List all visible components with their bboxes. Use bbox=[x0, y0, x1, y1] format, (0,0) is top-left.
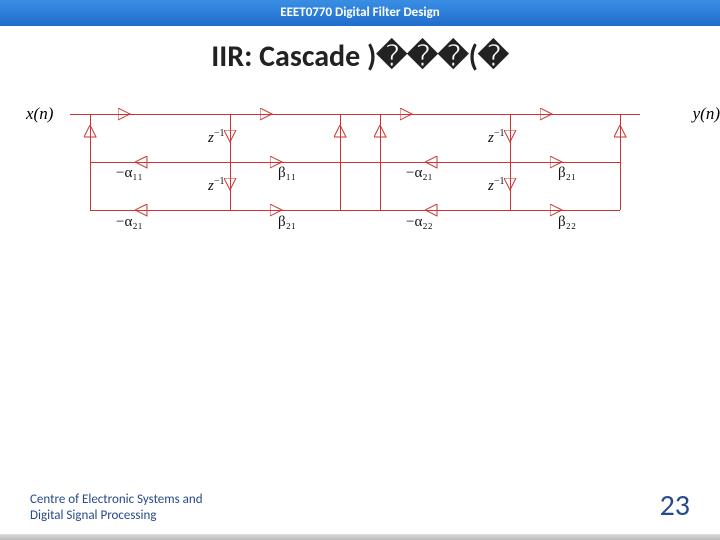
gain-label: β₁₁ bbox=[278, 165, 296, 182]
delay-label: z−1 bbox=[208, 128, 224, 147]
v2m bbox=[510, 114, 511, 210]
delay-label: z−1 bbox=[488, 176, 504, 195]
tri-icon bbox=[400, 108, 414, 121]
rail-top bbox=[70, 114, 640, 115]
rail-bot bbox=[90, 210, 620, 211]
bottom-gradient-bar bbox=[0, 534, 720, 540]
rail-mid bbox=[90, 162, 620, 163]
footer-text: Centre of Electronic Systems and Digital… bbox=[30, 492, 203, 525]
tri-icon bbox=[224, 178, 237, 192]
gain-label: β₂₁ bbox=[278, 214, 296, 231]
page-number: 23 bbox=[660, 487, 690, 524]
input-label: x(n) bbox=[26, 104, 53, 124]
gain-label: −α₂₁ bbox=[406, 165, 433, 182]
slide: EEET0770 Digital Filter Design IIR: Casc… bbox=[0, 0, 720, 540]
block-diagram: x(n) y(n) bbox=[30, 100, 690, 300]
tri-icon bbox=[224, 130, 237, 144]
delay-label: z−1 bbox=[488, 128, 504, 147]
tri-icon bbox=[504, 178, 517, 192]
v1m bbox=[230, 114, 231, 210]
output-label: y(n) bbox=[693, 104, 720, 124]
gain-label: −α₁₁ bbox=[116, 165, 143, 182]
gain-label: β₂₂ bbox=[558, 214, 576, 231]
footer: Centre of Electronic Systems and Digital… bbox=[30, 487, 690, 524]
header-bar: EEET0770 Digital Filter Design bbox=[0, 0, 720, 26]
tri-icon bbox=[334, 125, 347, 139]
tri-icon bbox=[614, 125, 627, 139]
tri-icon bbox=[504, 130, 517, 144]
delay-label: z−1 bbox=[208, 176, 224, 195]
tri-icon bbox=[260, 108, 274, 121]
tri-icon bbox=[374, 125, 387, 139]
tri-icon bbox=[540, 108, 554, 121]
tri-icon bbox=[118, 108, 132, 121]
gain-label: −α₂₁ bbox=[116, 214, 143, 231]
slide-title: IIR: Cascade )���(� bbox=[0, 38, 720, 75]
tri-icon bbox=[84, 125, 97, 139]
gain-label: −α₂₂ bbox=[406, 214, 433, 231]
gain-label: β₂₁ bbox=[558, 165, 576, 182]
